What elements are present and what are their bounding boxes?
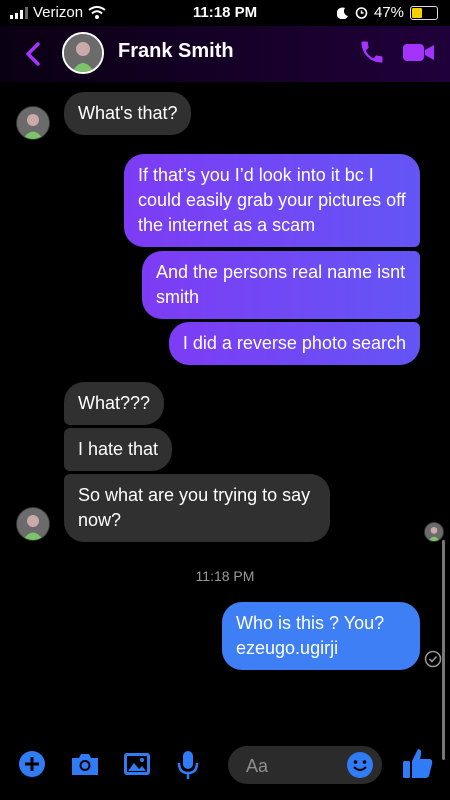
avatar-photo bbox=[64, 34, 102, 72]
emoji-icon[interactable] bbox=[346, 751, 374, 779]
message-bubble-incoming: I hate that bbox=[64, 428, 173, 471]
image-icon[interactable] bbox=[122, 750, 152, 778]
chat-header: Frank Smith bbox=[0, 26, 450, 82]
video-icon[interactable] bbox=[402, 38, 436, 66]
phone-icon[interactable] bbox=[358, 38, 386, 66]
moon-icon bbox=[336, 7, 348, 19]
message-bubble-outgoing: And the persons real name isnt smith bbox=[142, 251, 420, 319]
alarm-icon bbox=[355, 7, 368, 19]
contact-avatar-small bbox=[16, 507, 50, 541]
scrollbar[interactable] bbox=[442, 540, 445, 760]
message-list: What's that? If that’s you I’d look into… bbox=[0, 82, 450, 760]
timestamp: 11:18 PM bbox=[195, 568, 255, 584]
message-input[interactable] bbox=[244, 746, 348, 786]
message-composer[interactable] bbox=[228, 746, 382, 786]
battery-icon bbox=[410, 5, 438, 20]
thumbs-up-icon[interactable] bbox=[402, 746, 434, 780]
plus-icon[interactable] bbox=[18, 750, 46, 778]
seen-avatar bbox=[424, 522, 444, 542]
battery-percent: 47% bbox=[373, 4, 404, 21]
composer-bar bbox=[0, 742, 450, 800]
delivered-check-icon bbox=[424, 650, 442, 668]
contact-name[interactable]: Frank Smith bbox=[118, 40, 234, 63]
message-bubble-incoming: What??? bbox=[64, 382, 165, 425]
contact-avatar-small bbox=[16, 106, 50, 140]
message-bubble-incoming: What's that? bbox=[64, 92, 192, 135]
back-arrow-icon[interactable] bbox=[18, 36, 50, 72]
status-bar: Verizon 11:18 PM 47% bbox=[0, 0, 450, 26]
contact-avatar[interactable] bbox=[62, 32, 104, 74]
mic-icon[interactable] bbox=[176, 750, 200, 780]
message-bubble-outgoing: I did a reverse photo search bbox=[168, 322, 420, 365]
battery-fill bbox=[412, 7, 422, 18]
message-bubble-outgoing: If that’s you I’d look into it bc I coul… bbox=[124, 154, 420, 247]
message-bubble-incoming: So what are you trying to say now? bbox=[64, 474, 330, 542]
message-bubble-sent: Who is this ? You? ezeugo.ugirji bbox=[222, 602, 420, 670]
status-right: 47% bbox=[336, 4, 438, 21]
camera-icon[interactable] bbox=[70, 750, 100, 778]
